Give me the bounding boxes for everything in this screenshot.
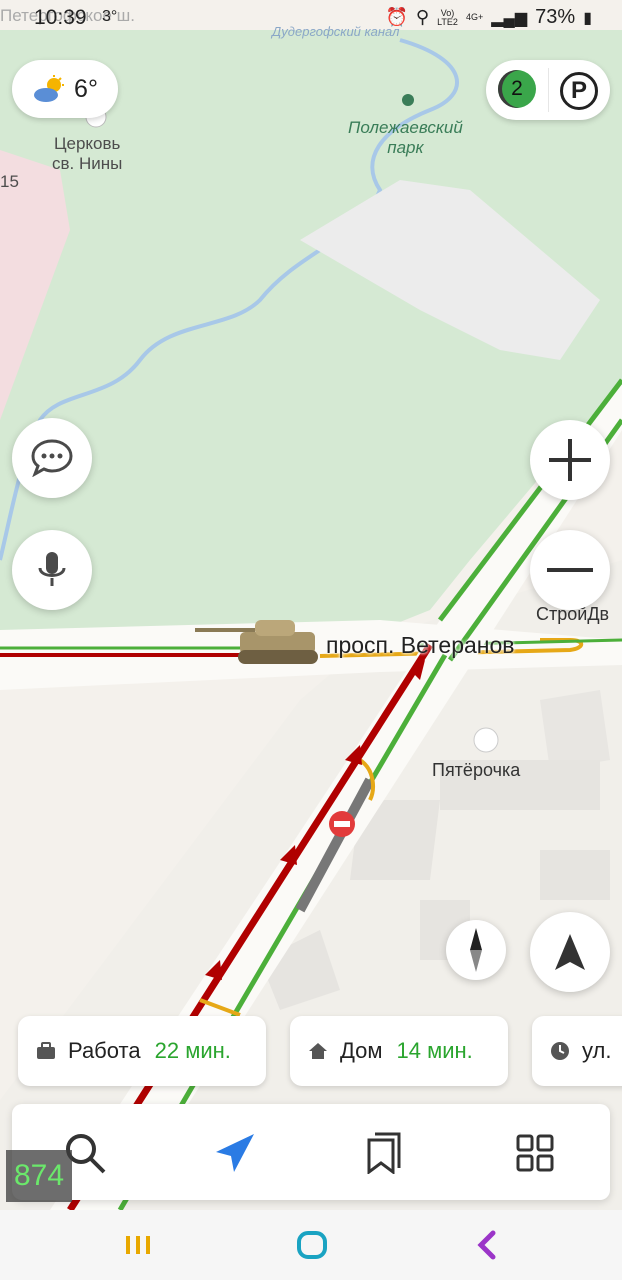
park-pin (402, 94, 414, 106)
network-volte: Vo) LTE2 (437, 7, 458, 27)
route-card-home[interactable]: Дом 14 мин. (290, 1016, 508, 1086)
route-card-work[interactable]: Работа 22 мин. (18, 1016, 266, 1086)
microphone-icon (38, 552, 66, 586)
location-icon: ⚲ (415, 7, 430, 27)
microphone-button[interactable] (12, 530, 92, 610)
tab-route[interactable] (210, 1128, 260, 1178)
grid-icon (516, 1134, 554, 1172)
battery-icon: ▮ (583, 9, 592, 27)
tab-bookmarks[interactable] (360, 1128, 410, 1178)
quick-routes: Работа 22 мин. Дом 14 мин. ул. (0, 1016, 622, 1086)
divider (548, 68, 549, 112)
weather-temperature: 6° (74, 74, 98, 103)
alarm-icon: ⏰ (385, 7, 408, 27)
bottom-tab-bar (12, 1104, 610, 1200)
building (540, 850, 610, 900)
zoom-out-button[interactable] (530, 530, 610, 610)
clock-icon (551, 1042, 569, 1060)
status-time: 10:39 (34, 6, 87, 29)
status-icons: ⏰ ⚲ Vo) LTE2 4G+ ▂▄▆ 73% ▮ (385, 6, 592, 29)
network-4g: 4G+ (465, 12, 484, 22)
signal-icon: ▂▄▆ (491, 9, 528, 27)
home-icon (309, 1043, 327, 1059)
back-button[interactable] (466, 1228, 506, 1262)
home-button[interactable] (292, 1228, 332, 1262)
zoom-in-button[interactable] (530, 420, 610, 500)
status-temperature: 3° (102, 8, 118, 25)
map-label-pyaterochka: Пятёрочка (432, 760, 521, 780)
map-label-park: Полежаевский парк (348, 118, 463, 157)
weather-partly-cloudy-icon (34, 75, 65, 102)
plus-icon (549, 439, 591, 481)
tab-services[interactable] (510, 1128, 560, 1178)
top-right-panel: 2 P (486, 60, 610, 120)
status-bar: 10:39 3° ⏰ ⚲ Vo) LTE2 4G+ ▂▄▆ 73% ▮ (0, 0, 622, 36)
store-pin (473, 727, 499, 753)
route-card-work-label: Работа (68, 1038, 141, 1063)
chat-icon (31, 439, 73, 477)
locate-button[interactable] (530, 912, 610, 992)
no-entry-bar (334, 821, 350, 827)
bookmarks-icon (367, 1132, 401, 1174)
route-card-recent-label: ул. (582, 1038, 612, 1063)
building (540, 690, 610, 770)
level-badge[interactable]: 2 (498, 70, 536, 108)
weather-widget[interactable]: 6° (12, 60, 118, 118)
road-label-veteranov: просп. Ветеранов (326, 632, 515, 658)
route-card-home-time: 14 мин. (396, 1038, 473, 1063)
recent-apps-icon (126, 1236, 150, 1254)
route-card-work-time: 22 мин. (154, 1038, 231, 1063)
battery-percent: 73% (535, 6, 576, 28)
recent-apps-button[interactable] (118, 1228, 158, 1262)
route-card-home-label: Дом (340, 1038, 383, 1063)
map-label-number: 15 (0, 172, 19, 191)
briefcase-icon (37, 1042, 55, 1059)
system-nav-bar (0, 1210, 622, 1280)
home-nav-icon (297, 1231, 327, 1259)
minus-icon (547, 568, 593, 572)
map-label-church: Церковь св. Нины (52, 134, 123, 173)
parking-icon[interactable]: P (560, 72, 598, 110)
navigation-arrow-icon (555, 934, 585, 970)
route-arrow-icon (216, 1134, 254, 1172)
route-card-recent[interactable]: ул. (532, 1016, 622, 1086)
fps-counter-overlay: 874 (6, 1150, 72, 1202)
chat-button[interactable] (12, 418, 92, 498)
compass-button[interactable] (446, 920, 506, 980)
back-icon (477, 1230, 496, 1260)
compass-icon (470, 928, 482, 972)
